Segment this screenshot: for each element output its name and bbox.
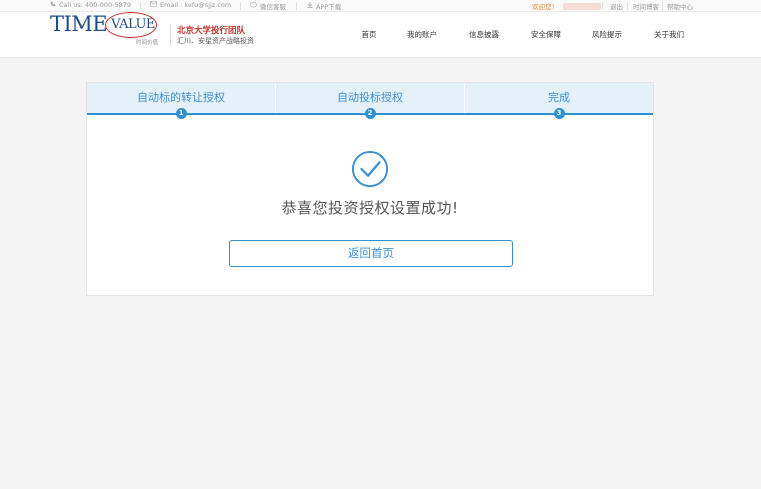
logo-ring-icon xyxy=(105,11,158,38)
logo-value-mark: VALUE xyxy=(105,11,158,38)
topbar-divider xyxy=(240,2,241,10)
logo-divider xyxy=(170,24,171,46)
step-label: 完成 xyxy=(548,91,570,104)
nav-item-risk-notice[interactable]: 风险提示 xyxy=(585,12,629,58)
slogan-line-1: 北京大学投行团队 xyxy=(177,26,246,36)
email-text: Email : kefu@sjjz.com xyxy=(160,1,232,9)
phone-icon xyxy=(50,1,56,9)
step-complete: 完成 3 xyxy=(465,83,653,119)
slogan-line-2: 汇川、安星资产战略投资 xyxy=(177,37,254,45)
help-center-link[interactable]: 帮助中心 xyxy=(667,1,693,11)
step-transfer-authorization: 自动标的转让授权 1 xyxy=(87,83,276,119)
step-number-badge: 2 xyxy=(364,108,376,119)
topbar-divider xyxy=(140,2,141,10)
welcome-text: 欢迎您！ xyxy=(532,3,558,11)
chat-bubble-icon xyxy=(250,2,257,10)
phone-text: Call us: 400-000-5879 xyxy=(59,1,132,9)
nav-item-security[interactable]: 安全保障 xyxy=(524,12,568,58)
step-number-badge: 1 xyxy=(175,108,187,119)
nav-item-home[interactable]: 首页 xyxy=(352,12,386,58)
success-message: 恭喜您投资授权设置成功! xyxy=(281,199,459,217)
email-info: Email : kefu@sjjz.com xyxy=(150,1,231,9)
email-icon xyxy=(150,1,157,9)
return-home-button[interactable]: 返回首页 xyxy=(229,240,513,267)
download-icon xyxy=(307,2,313,10)
help-center-label: 帮助中心 xyxy=(667,3,693,11)
step-progress-bar: 自动标的转让授权 1 自动投标授权 2 完成 3 xyxy=(87,83,653,119)
topbar-divider xyxy=(602,2,603,10)
logo-time-text: TIME xyxy=(50,12,108,36)
nav-item-about-us[interactable]: 关于我们 xyxy=(647,12,691,58)
step-label: 自动投标授权 xyxy=(337,91,403,104)
topbar-divider xyxy=(662,2,663,10)
topbar-divider xyxy=(627,2,628,10)
logout-link[interactable]: 退出 xyxy=(610,1,623,11)
top-info-bar: Call us: 400-000-5879 Email : kefu@sjjz.… xyxy=(0,0,761,12)
phone-info: Call us: 400-000-5879 xyxy=(50,1,131,9)
success-check-icon xyxy=(351,150,389,188)
nav-item-my-account[interactable]: 我的账户 xyxy=(400,12,444,58)
blog-label: 时间博客 xyxy=(633,3,659,11)
app-download-label: APP下载 xyxy=(316,3,342,11)
app-download-link[interactable]: APP下载 xyxy=(307,1,341,11)
wechat-service-label: 微信客服 xyxy=(260,3,286,11)
blog-link[interactable]: 时间博客 xyxy=(633,1,659,11)
step-number-badge: 3 xyxy=(553,108,565,119)
topbar-divider xyxy=(296,2,297,10)
step-label: 自动标的转让授权 xyxy=(137,91,225,104)
nav-item-disclosure[interactable]: 信息披露 xyxy=(462,12,506,58)
logo-cn-text: 时间价值 xyxy=(136,40,159,46)
logout-label: 退出 xyxy=(610,3,623,11)
wechat-service-link[interactable]: 微信客服 xyxy=(250,1,286,11)
username-redacted xyxy=(563,2,601,10)
step-auto-bid-authorization: 自动投标授权 2 xyxy=(276,83,465,119)
site-logo[interactable]: TIME VALUE xyxy=(50,11,158,38)
welcome-user: 欢迎您！ xyxy=(532,1,601,11)
authorization-panel: 自动标的转让授权 1 自动投标授权 2 完成 3 恭喜您投资授权设置成功! 返回… xyxy=(86,82,654,296)
